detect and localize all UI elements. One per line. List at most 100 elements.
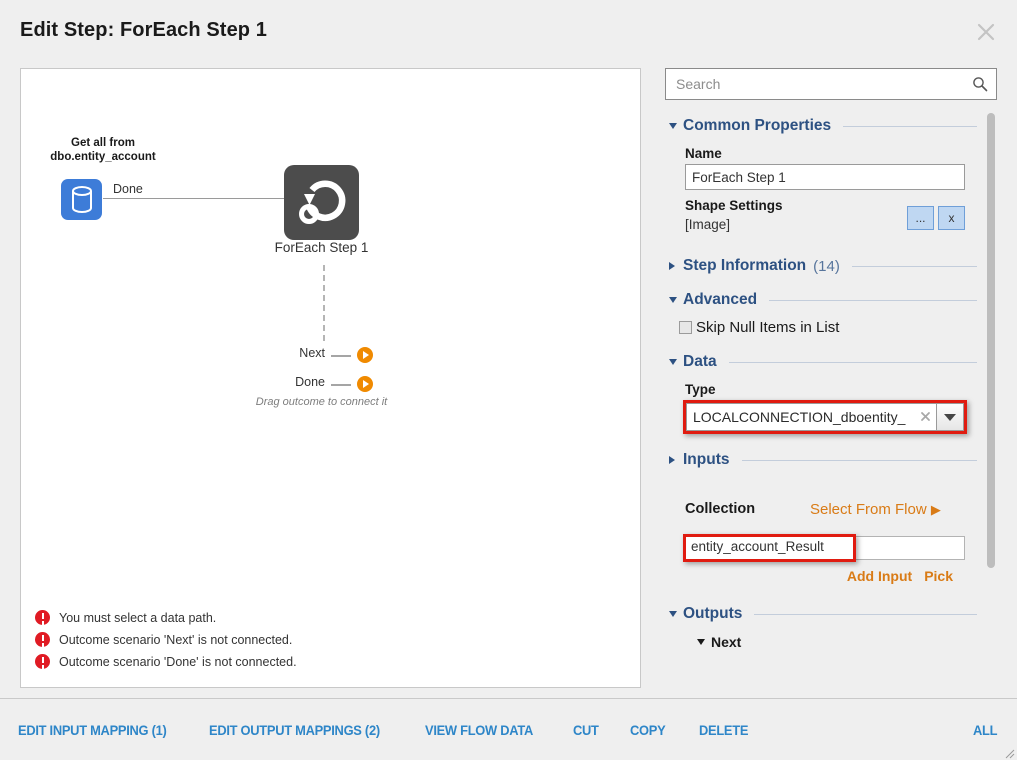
skip-null-items-row[interactable]: Skip Null Items in List bbox=[679, 319, 977, 336]
collection-label: Collection bbox=[685, 501, 756, 517]
chevron-right-icon bbox=[669, 262, 675, 270]
edit-input-mapping-button[interactable]: EDIT INPUT MAPPING (1) bbox=[18, 722, 167, 738]
section-divider bbox=[769, 299, 977, 301]
all-button[interactable]: ALL bbox=[973, 722, 998, 738]
error-text: Outcome scenario 'Next' is not connected… bbox=[59, 633, 293, 647]
pick-link[interactable]: Pick bbox=[924, 568, 953, 584]
close-icon[interactable] bbox=[973, 19, 999, 45]
section-inputs[interactable]: Inputs bbox=[665, 448, 977, 472]
chevron-down-icon bbox=[669, 611, 677, 617]
name-input[interactable] bbox=[685, 164, 965, 190]
panel-body: Common Properties Name Shape Settings [I… bbox=[665, 108, 997, 688]
shape-browse-button[interactable]: ... bbox=[907, 206, 934, 230]
dialog-footer: EDIT INPUT MAPPING (1) EDIT OUTPUT MAPPI… bbox=[0, 698, 1017, 760]
drag-hint: Drag outcome to connect it bbox=[255, 396, 388, 408]
section-title: Step Information bbox=[683, 257, 807, 274]
view-flow-data-button[interactable]: VIEW FLOW DATA bbox=[425, 722, 533, 738]
skip-null-items-label: Skip Null Items in List bbox=[696, 319, 840, 336]
type-value-text: LOCALCONNECTION_dboentity_ bbox=[693, 409, 906, 425]
shape-settings-buttons: ... x bbox=[907, 206, 965, 230]
foreach-node[interactable] bbox=[284, 165, 359, 240]
flow-canvas[interactable]: Get all from dbo.entity_account Done For… bbox=[20, 68, 641, 688]
shape-settings-row: Shape Settings [Image] ... x bbox=[685, 198, 977, 238]
section-count: (14) bbox=[813, 257, 840, 275]
skip-null-items-checkbox[interactable] bbox=[679, 321, 692, 334]
select-from-flow-label: Select From Flow bbox=[810, 501, 927, 518]
outcome-done-dash bbox=[331, 384, 351, 386]
section-title: Outputs bbox=[683, 605, 743, 622]
clear-x-icon[interactable] bbox=[919, 410, 932, 423]
cut-button[interactable]: CUT bbox=[573, 722, 599, 738]
edit-step-dialog: Edit Step: ForEach Step 1 Get all from d… bbox=[0, 0, 1017, 760]
outcome-done-label: Done bbox=[295, 375, 325, 389]
error-icon bbox=[35, 632, 50, 647]
panel-scroll-content: Common Properties Name Shape Settings [I… bbox=[665, 108, 977, 688]
validation-errors: You must select a data path. Outcome sce… bbox=[35, 607, 297, 673]
error-row: You must select a data path. bbox=[35, 607, 297, 629]
section-title: Data bbox=[683, 353, 717, 370]
section-advanced[interactable]: Advanced bbox=[665, 288, 977, 312]
shape-clear-button[interactable]: x bbox=[938, 206, 965, 230]
dashed-connector bbox=[323, 265, 325, 341]
search-bar[interactable] bbox=[665, 68, 997, 100]
outcome-next-dash bbox=[331, 355, 351, 357]
panel-scrollbar-thumb[interactable] bbox=[987, 113, 995, 568]
page-title: Edit Step: ForEach Step 1 bbox=[20, 19, 267, 41]
output-next-header[interactable]: Next bbox=[697, 634, 977, 650]
error-row: Outcome scenario 'Done' is not connected… bbox=[35, 651, 297, 673]
section-data[interactable]: Data bbox=[665, 350, 977, 374]
connector-label: Done bbox=[113, 182, 143, 196]
section-title: Common Properties bbox=[683, 117, 832, 134]
outcome-done[interactable]: Done bbox=[221, 375, 381, 393]
chevron-down-icon[interactable] bbox=[936, 403, 964, 431]
section-divider bbox=[843, 125, 977, 127]
type-value[interactable]: LOCALCONNECTION_dboentity_ bbox=[686, 403, 936, 431]
panel-scrollbar-track[interactable] bbox=[985, 108, 997, 688]
chevron-down-icon bbox=[669, 297, 677, 303]
dialog-titlebar: Edit Step: ForEach Step 1 bbox=[0, 0, 1017, 62]
section-title: Advanced bbox=[683, 291, 758, 308]
collection-input-wrap[interactable]: entity_account_Result bbox=[683, 534, 967, 562]
type-combobox[interactable]: LOCALCONNECTION_dboentity_ bbox=[686, 403, 964, 431]
play-arrow-icon: ▶ bbox=[930, 502, 941, 517]
play-icon[interactable] bbox=[357, 347, 373, 363]
section-common-properties[interactable]: Common Properties bbox=[665, 114, 977, 138]
section-divider bbox=[728, 361, 977, 363]
collection-row: Collection Select From Flow ▶ bbox=[685, 498, 977, 524]
section-divider bbox=[754, 613, 977, 615]
chevron-down-icon bbox=[697, 639, 705, 645]
section-step-information[interactable]: Step Information (14) bbox=[665, 254, 977, 278]
error-text: You must select a data path. bbox=[59, 611, 217, 625]
input-actions: Add Input Pick bbox=[665, 568, 953, 584]
chevron-right-icon bbox=[669, 456, 675, 464]
properties-panel: Common Properties Name Shape Settings [I… bbox=[665, 68, 997, 688]
shape-settings-value: [Image] bbox=[685, 217, 731, 232]
resize-grip[interactable] bbox=[1003, 746, 1015, 759]
db-node-label: Get all from dbo.entity_account bbox=[50, 137, 156, 163]
play-icon[interactable] bbox=[357, 376, 373, 392]
outcome-next[interactable]: Next bbox=[221, 346, 381, 364]
collection-input-value: entity_account_Result bbox=[691, 539, 824, 554]
search-input[interactable] bbox=[674, 69, 964, 99]
error-text: Outcome scenario 'Done' is not connected… bbox=[59, 655, 297, 669]
section-outputs[interactable]: Outputs bbox=[665, 602, 977, 626]
chevron-down-icon bbox=[669, 359, 677, 365]
error-row: Outcome scenario 'Next' is not connected… bbox=[35, 629, 297, 651]
add-input-link[interactable]: Add Input bbox=[847, 568, 912, 584]
section-title: Inputs bbox=[683, 451, 730, 468]
database-icon bbox=[72, 186, 92, 213]
type-field-row: LOCALCONNECTION_dboentity_ bbox=[683, 400, 977, 434]
error-icon bbox=[35, 654, 50, 669]
name-label: Name bbox=[685, 146, 722, 161]
delete-button[interactable]: DELETE bbox=[699, 722, 748, 738]
type-label: Type bbox=[685, 382, 716, 397]
copy-button[interactable]: COPY bbox=[630, 722, 666, 738]
output-next-label: Next bbox=[711, 634, 742, 650]
db-node[interactable] bbox=[61, 179, 102, 220]
section-divider bbox=[851, 265, 977, 267]
search-icon[interactable] bbox=[972, 76, 988, 92]
connector-line bbox=[103, 198, 304, 199]
select-from-flow-link[interactable]: Select From Flow ▶ bbox=[810, 501, 941, 518]
edit-output-mappings-button[interactable]: EDIT OUTPUT MAPPINGS (2) bbox=[209, 722, 380, 738]
foreach-node-label: ForEach Step 1 bbox=[274, 240, 369, 255]
